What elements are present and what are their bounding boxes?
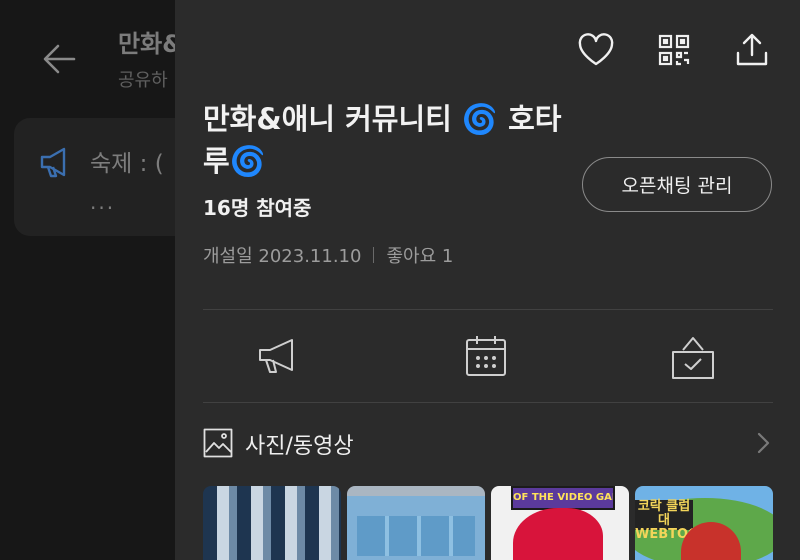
image-icon <box>203 428 233 458</box>
vote-box-icon[interactable] <box>669 332 717 380</box>
meta-separator <box>373 247 375 263</box>
media-thumbnail[interactable] <box>347 486 485 560</box>
media-label: 사진/동영상 <box>245 434 354 459</box>
media-thumbnail[interactable]: 코락 클럽대 WEBTOON <box>635 486 773 560</box>
member-count: 16명 참여중 <box>203 196 312 220</box>
thumbnail-image <box>357 516 475 556</box>
megaphone-icon <box>38 144 74 180</box>
media-thumbnail[interactable] <box>203 486 341 560</box>
heart-icon[interactable] <box>576 30 616 70</box>
chat-title: 만화& <box>118 30 184 58</box>
notice-more: ... <box>90 190 116 214</box>
notice-text: 숙제 : ( <box>90 151 164 177</box>
drawer-toolbar <box>538 30 772 70</box>
share-icon[interactable] <box>732 30 772 70</box>
created-date: 개설일 2023.11.10 <box>203 246 362 267</box>
manage-openchat-button[interactable]: 오픈채팅 관리 <box>582 157 772 212</box>
room-drawer: 만화&애니 커뮤니티 🌀 호타루🌀 16명 참여중 오픈채팅 관리 개설일 20… <box>175 0 800 560</box>
thumbnail-image <box>513 508 603 560</box>
chevron-right-icon <box>753 430 773 456</box>
chat-subtitle: 공유하 <box>118 70 168 91</box>
media-thumbnails: OF THE VIDEO GAME 코락 클럽대 WEBTOON <box>203 486 773 560</box>
quick-menu <box>203 310 773 402</box>
megaphone-icon[interactable] <box>255 332 303 380</box>
likes-count: 좋아요 1 <box>386 246 454 267</box>
media-section-header[interactable]: 사진/동영상 <box>203 424 773 464</box>
thumbnail-logo-text: OF THE VIDEO GAME <box>511 486 615 510</box>
calendar-icon[interactable] <box>462 332 510 380</box>
media-thumbnail[interactable]: OF THE VIDEO GAME <box>491 486 629 560</box>
qr-code-icon[interactable] <box>654 30 694 70</box>
divider-bottom <box>203 402 773 403</box>
back-arrow-icon[interactable] <box>40 40 78 78</box>
room-meta: 개설일 2023.11.10 좋아요 1 <box>203 242 453 268</box>
room-title: 만화&애니 커뮤니티 🌀 호타루🌀 <box>203 102 562 178</box>
thumbnail-logo-text: 코락 클럽대 WEBTOON <box>635 499 710 542</box>
